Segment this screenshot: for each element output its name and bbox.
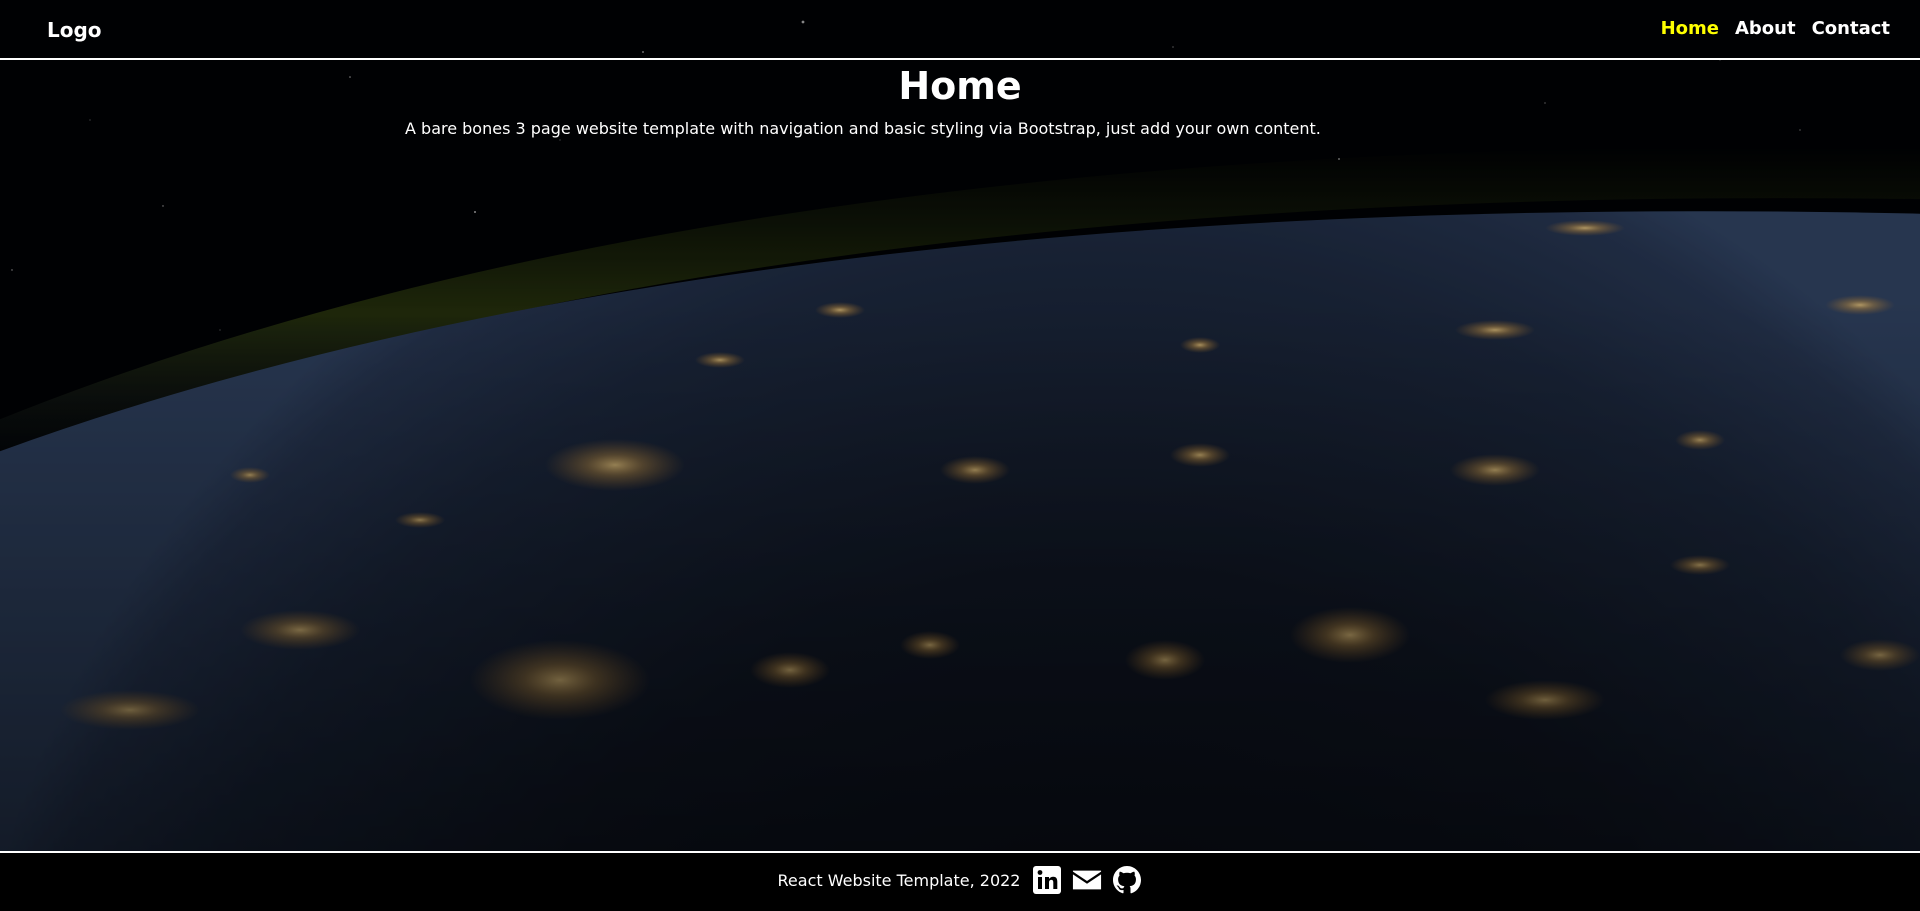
footer-content: React Website Template, 2022 (0, 865, 1920, 895)
nav-link-contact[interactable]: Contact (1812, 18, 1890, 39)
page-title: Home (898, 64, 1022, 108)
linkedin-icon[interactable] (1032, 865, 1062, 895)
nav-link-home[interactable]: Home (1661, 18, 1719, 39)
logo-link[interactable]: Logo (47, 18, 102, 42)
footer: React Website Template, 2022 (0, 851, 1920, 911)
footer-text: React Website Template, 2022 (777, 870, 1021, 890)
envelope-icon[interactable] (1072, 865, 1102, 895)
page-description: A bare bones 3 page website template wit… (405, 119, 1321, 138)
github-icon[interactable] (1112, 865, 1142, 895)
page: Logo Home About Contact Home A bare bone… (0, 0, 1920, 911)
main-content: Home A bare bones 3 page website templat… (0, 60, 1920, 138)
nav-links: Home About Contact (1661, 18, 1890, 39)
navbar: Logo Home About Contact (0, 0, 1920, 60)
nav-link-about[interactable]: About (1735, 18, 1796, 39)
